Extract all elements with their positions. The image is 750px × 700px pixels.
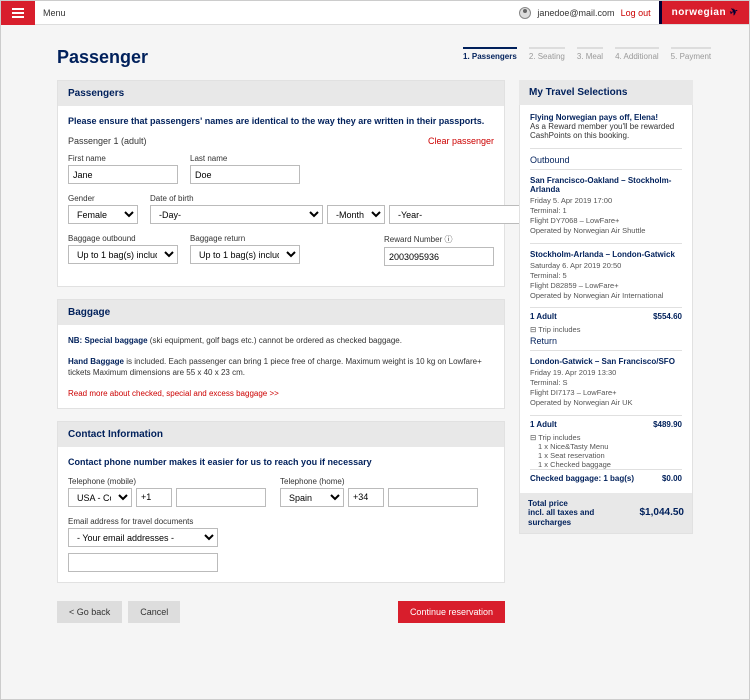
user-area: janedoe@mail.com Log out bbox=[519, 1, 658, 24]
dob-label: Date of birth bbox=[150, 194, 323, 203]
email-select[interactable]: - Your email addresses - bbox=[68, 528, 218, 547]
last-name-input[interactable] bbox=[190, 165, 300, 184]
passenger-label: Passenger 1 (adult) bbox=[68, 136, 147, 146]
step-additional[interactable]: 4. Additional bbox=[615, 47, 659, 61]
email-input[interactable] bbox=[68, 553, 218, 572]
leg-3: London-Gatwick – San Francisco/SFO Frida… bbox=[530, 350, 682, 415]
baggage-nb: NB: Special baggage (ski equipment, golf… bbox=[68, 335, 494, 346]
menu-icon[interactable] bbox=[1, 1, 35, 25]
contact-heading: Contact Information bbox=[58, 422, 504, 447]
outbound-includes[interactable]: ⊟ Trip includes bbox=[530, 325, 682, 334]
bag-out-label: Baggage outbound bbox=[68, 234, 178, 243]
baggage-link[interactable]: Read more about checked, special and exc… bbox=[68, 389, 279, 398]
app-header: Menu janedoe@mail.com Log out norwegian✈ bbox=[1, 1, 749, 25]
action-row: < Go back Cancel Continue reservation bbox=[57, 601, 505, 623]
outbound-title: Outbound bbox=[530, 148, 682, 165]
user-icon bbox=[519, 7, 531, 19]
clear-passenger-link[interactable]: Clear passenger bbox=[428, 136, 494, 146]
total-block: Total priceincl. all taxes and surcharge… bbox=[520, 493, 692, 534]
cancel-button[interactable]: Cancel bbox=[128, 601, 180, 623]
logout-link[interactable]: Log out bbox=[621, 8, 651, 18]
passengers-panel: Passengers Please ensure that passengers… bbox=[57, 80, 505, 287]
leg-1: San Francisco-Oakland – Stockholm-Arland… bbox=[530, 169, 682, 243]
leg-2: Stockholm-Arlanda – London-Gatwick Satur… bbox=[530, 243, 682, 308]
tel-home-num[interactable] bbox=[388, 488, 478, 507]
travel-selections-sidebar: My Travel Selections Flying Norwegian pa… bbox=[519, 80, 693, 623]
last-name-label: Last name bbox=[190, 154, 300, 163]
gender-label: Gender bbox=[68, 194, 138, 203]
return-includes[interactable]: ⊟ Trip includes bbox=[530, 433, 682, 442]
tel-mobile-cc[interactable]: USA - Country bbox=[68, 488, 132, 507]
step-payment[interactable]: 5. Payment bbox=[671, 47, 711, 61]
page-title: Passenger bbox=[57, 47, 148, 68]
user-email: janedoe@mail.com bbox=[537, 8, 614, 18]
checked-bag-row: Checked baggage: 1 bag(s)$0.00 bbox=[530, 469, 682, 487]
contact-intro: Contact phone number makes it easier for… bbox=[68, 457, 494, 467]
step-nav: 1. Passengers 2. Seating 3. Meal 4. Addi… bbox=[463, 47, 693, 61]
passport-notice: Please ensure that passengers' names are… bbox=[68, 116, 494, 126]
reward-label: Reward Number ⓘ bbox=[384, 234, 494, 245]
bag-out-select[interactable]: Up to 1 bag(s) included bbox=[68, 245, 178, 264]
return-title: Return bbox=[530, 336, 682, 346]
side-heading: My Travel Selections bbox=[519, 80, 693, 105]
bag-ret-select[interactable]: Up to 1 bag(s) included bbox=[190, 245, 300, 264]
baggage-panel: Baggage NB: Special baggage (ski equipme… bbox=[57, 299, 505, 409]
baggage-hand: Hand Baggage is included. Each passenger… bbox=[68, 356, 494, 378]
baggage-heading: Baggage bbox=[58, 300, 504, 325]
dob-month[interactable]: -Month- bbox=[327, 205, 385, 224]
contact-panel: Contact Information Contact phone number… bbox=[57, 421, 505, 583]
step-meal[interactable]: 3. Meal bbox=[577, 47, 603, 61]
includes-list: 1 x Nice&Tasty Menu1 x Seat reservation1… bbox=[530, 442, 682, 469]
step-passengers[interactable]: 1. Passengers bbox=[463, 47, 517, 61]
first-name-label: First name bbox=[68, 154, 178, 163]
tel-mobile-label: Telephone (mobile) bbox=[68, 477, 266, 486]
step-seating[interactable]: 2. Seating bbox=[529, 47, 565, 61]
dob-day[interactable]: -Day- bbox=[150, 205, 323, 224]
tel-mobile-num[interactable] bbox=[176, 488, 266, 507]
back-button[interactable]: < Go back bbox=[57, 601, 122, 623]
tel-home-dial[interactable] bbox=[348, 488, 384, 507]
tel-home-cc[interactable]: Spain bbox=[280, 488, 344, 507]
gender-select[interactable]: Female bbox=[68, 205, 138, 224]
passengers-heading: Passengers bbox=[58, 81, 504, 106]
bag-ret-label: Baggage return bbox=[190, 234, 300, 243]
tel-home-label: Telephone (home) bbox=[280, 477, 478, 486]
reward-msg: Flying Norwegian pays off, Elena! As a R… bbox=[530, 113, 682, 140]
brand-logo: norwegian✈ bbox=[659, 1, 749, 24]
continue-button[interactable]: Continue reservation bbox=[398, 601, 505, 623]
return-price: 1 Adult$489.90 bbox=[530, 415, 682, 433]
plane-icon: ✈ bbox=[728, 6, 740, 19]
first-name-input[interactable] bbox=[68, 165, 178, 184]
outbound-price: 1 Adult$554.60 bbox=[530, 307, 682, 325]
reward-input[interactable] bbox=[384, 247, 494, 266]
tel-mobile-dial[interactable] bbox=[136, 488, 172, 507]
menu-label[interactable]: Menu bbox=[35, 8, 66, 18]
email-docs-label: Email address for travel documents bbox=[68, 517, 494, 526]
